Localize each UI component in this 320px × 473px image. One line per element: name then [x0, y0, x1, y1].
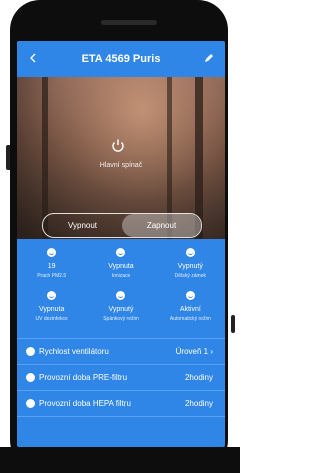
divider — [17, 338, 225, 339]
phone-speaker — [101, 20, 157, 25]
status-label: Prach PM2.5 — [37, 273, 67, 279]
status-auto[interactable]: Aktivní Automatický režim — [156, 291, 225, 322]
edit-button[interactable] — [203, 51, 215, 63]
row-value: 2hodiny — [184, 399, 213, 408]
status-label: Automatický režim — [169, 316, 211, 322]
smiley-icon — [185, 248, 195, 257]
power-toggle: Vypnout Zapnout — [42, 213, 202, 238]
row-label: Provozní doba HEPA filtru — [39, 399, 131, 408]
power-button[interactable] — [109, 137, 127, 155]
status-uv[interactable]: Vypnuta UV dezinfekce — [17, 291, 86, 322]
status-value: Vypnuta — [38, 306, 65, 313]
divider — [17, 390, 225, 391]
power-label: Hlavní spínač — [99, 162, 143, 169]
status-label: Ionizace — [111, 273, 131, 279]
chevron-left-icon — [30, 53, 36, 63]
status-label: UV dezinfekce — [35, 316, 68, 322]
app-header: ETA 4569 Puris — [17, 41, 225, 77]
status-sleep[interactable]: Vypnutý Spánkový režim — [86, 291, 155, 322]
smiley-icon — [185, 291, 195, 300]
phone-bottom-bezel — [0, 447, 240, 473]
divider — [17, 416, 225, 417]
row-value: 2hodiny — [184, 373, 213, 382]
hero-image: Hlavní spínač Vypnout Zapnout — [17, 77, 225, 239]
status-value: Vypnutý — [108, 306, 134, 313]
app-screen: ETA 4569 Puris Hlavní spínač Vypnout Zap… — [17, 41, 225, 447]
filter-icon — [26, 399, 35, 408]
power-icon — [112, 139, 124, 152]
status-child-lock[interactable]: Vypnutý Dětský zámek — [156, 248, 225, 279]
row-label: Provozní doba PRE-filtru — [39, 373, 128, 382]
smiley-icon — [47, 291, 57, 300]
status-label: Spánkový režim — [103, 316, 139, 322]
hepa-filter-row[interactable]: Provozní doba HEPA filtru 2hodiny — [17, 393, 225, 414]
divider — [17, 364, 225, 365]
phone-side-button-right — [231, 315, 235, 333]
status-label: Dětský zámek — [174, 273, 207, 279]
back-button[interactable] — [27, 51, 41, 65]
pre-filter-row[interactable]: Provozní doba PRE-filtru 2hodiny — [17, 367, 225, 388]
status-value: Vypnutý — [177, 263, 203, 270]
status-value: Aktivní — [179, 306, 201, 313]
page-title: ETA 4569 Puris — [81, 53, 161, 65]
smiley-icon — [47, 248, 57, 257]
pencil-icon — [205, 54, 213, 62]
status-value: Vypnuta — [108, 263, 134, 270]
status-row-1: 19 Prach PM2.5 Vypnuta Ionizace Vypnutý … — [17, 248, 225, 279]
toggle-off-button[interactable]: Vypnout — [43, 214, 122, 237]
filter-icon — [26, 373, 35, 382]
fan-speed-row[interactable]: Rychlost ventilátoru Úroveň 1 › — [17, 341, 225, 362]
fan-icon — [26, 347, 35, 356]
smiley-icon — [116, 291, 126, 300]
smiley-icon — [116, 248, 126, 257]
status-row-2: Vypnuta UV dezinfekce Vypnutý Spánkový r… — [17, 291, 225, 322]
status-value: 19 — [47, 263, 56, 270]
row-label: Rychlost ventilátoru — [39, 347, 109, 356]
toggle-on-button[interactable]: Zapnout — [122, 214, 201, 237]
status-pm25: 19 Prach PM2.5 — [17, 248, 86, 279]
row-value: Úroveň 1 › — [175, 347, 213, 356]
status-ionizace[interactable]: Vypnuta Ionizace — [86, 248, 155, 279]
